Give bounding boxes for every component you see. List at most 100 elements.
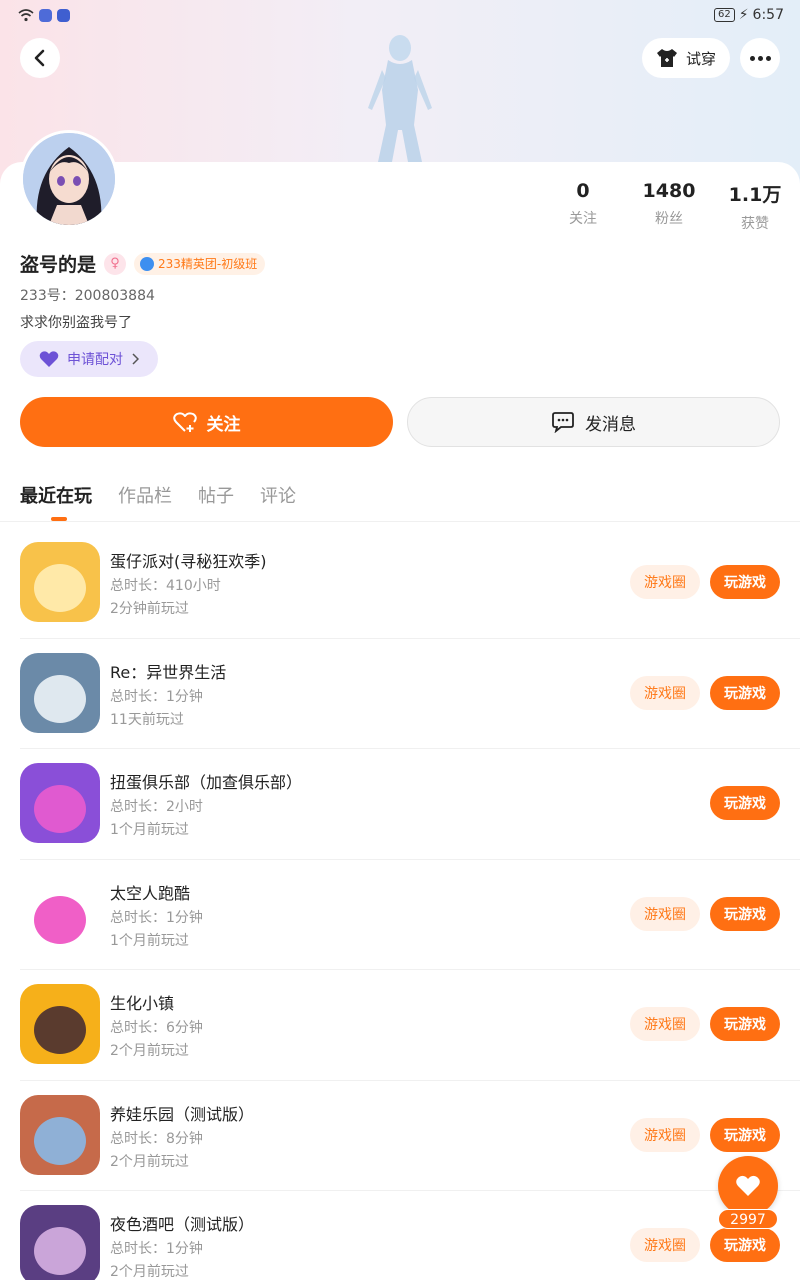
stat-number: 0 [576,180,590,202]
name-row: 盗号的是 ♀ 233精英团-初级班 [20,250,266,277]
game-title: Re：异世界生活 [110,662,227,682]
battery-indicator: 62 [713,8,735,22]
game-list-item[interactable]: 扭蛋俱乐部（加查俱乐部） 总时长：2小时 1个月前玩过 玩游戏 [20,749,800,860]
game-last-played: 11天前玩过 [110,711,184,728]
game-list-item[interactable]: 养娃乐园（测试版） 总时长：8分钟 2个月前玩过 游戏圈 玩游戏 [20,1081,800,1191]
game-list-item[interactable]: 蛋仔派对(寻秘狂欢季) 总时长：410小时 2分钟前玩过 游戏圈 玩游戏 [20,528,800,639]
play-game-button[interactable]: 玩游戏 [710,1117,780,1152]
game-list-item[interactable]: 夜色酒吧（测试版） 总时长：1分钟 2个月前玩过 游戏圈 玩游戏 [20,1191,800,1280]
play-game-button[interactable]: 玩游戏 [710,1228,780,1262]
game-circle-button[interactable]: 游戏圈 [630,565,700,599]
chevron-right-icon [132,353,139,365]
game-icon[interactable] [20,763,100,843]
female-gender-icon: ♀ [104,252,127,275]
game-last-played: 2分钟前玩过 [110,601,189,617]
app-notification-icon [39,8,52,22]
game-title: 扭蛋俱乐部（加查俱乐部） [110,773,303,792]
game-list-item[interactable]: 生化小镇总时长：6分钟 2个月前玩过 游戏圈 玩游戏 [20,970,800,1081]
stat-label: 粉丝 [655,211,683,227]
request-pair-button[interactable]: 申请配对 [20,341,158,377]
pair-label: 申请配对 [67,352,123,368]
stat-likes[interactable]: 1.1万 获赞 [712,180,798,233]
stat-followers[interactable]: 1480 粉丝 [626,180,712,233]
app-notification-icon-2 [57,8,70,22]
game-icon[interactable] [20,1205,100,1280]
play-game-button[interactable]: 玩游戏 [710,896,780,931]
game-icon[interactable] [20,984,100,1064]
heart-icon [736,1175,760,1196]
play-game-button[interactable]: 玩游戏 [710,675,780,710]
chevron-left-icon [34,49,45,67]
game-last-played: 1个月前玩过 [110,932,189,949]
game-title: 夜色酒吧（测试版） [110,1215,255,1234]
game-duration: 总时长：2小时 [110,799,203,815]
recent-games-list: 蛋仔派对(寻秘狂欢季) 总时长：410小时 2分钟前玩过 游戏圈 玩游戏 Re：异世界生活… [20,528,800,1280]
game-list-item[interactable]: 太空人跑酷总时长：1分钟 1个月前玩过 游戏圈 玩游戏 [20,860,800,970]
member-badge[interactable]: 233精英团-初级班 [134,252,266,275]
divider [0,521,800,522]
game-list-item[interactable]: Re：异世界生活 总时长：1分钟 11天前玩过 游戏圈 玩游戏 [20,639,800,749]
heart-plus-icon [172,412,197,432]
game-last-played: 2个月前玩过 [110,1043,189,1059]
play-game-button[interactable]: 玩游戏 [710,1007,780,1041]
status-bar: 62 ⚡ 6:57 [0,0,800,30]
like-fab-button[interactable] [718,1156,778,1216]
stat-label: 获赞 [741,216,769,232]
message-label: 发消息 [585,414,636,435]
game-icon[interactable] [20,1094,100,1175]
game-duration: 总时长：1分钟 [110,1241,203,1257]
game-duration: 总时长：8分钟 [110,1130,203,1147]
game-icon[interactable] [20,542,100,622]
game-circle-button[interactable]: 游戏圈 [630,1117,700,1152]
tab-posts[interactable]: 帖子 [198,482,234,508]
like-count: 2997 [718,1209,778,1229]
profile-stats: 0 关注 1480 粉丝 1.1万 获赞 [540,180,800,233]
game-title: 太空人跑酷 [110,883,191,903]
more-options-button[interactable] [740,38,780,78]
play-game-button[interactable]: 玩游戏 [710,786,780,820]
profile-tabs: 最近在玩 作品栏 帖子 评论 [20,482,296,508]
game-icon[interactable] [20,873,100,954]
stat-label: 关注 [569,211,597,227]
game-duration: 总时长：1分钟 [110,688,203,705]
game-last-played: 1个月前玩过 [110,822,189,838]
stat-following[interactable]: 0 关注 [540,180,626,233]
avatar[interactable] [20,130,118,228]
follow-button[interactable]: 关注 [20,397,393,447]
tab-recently-played[interactable]: 最近在玩 [20,482,92,508]
game-duration: 总时长：1分钟 [110,909,203,926]
back-button[interactable] [20,38,60,78]
badge-label: 233精英团-初级班 [158,257,258,271]
game-last-played: 2个月前玩过 [110,1153,189,1170]
game-circle-button[interactable]: 游戏圈 [630,1228,700,1262]
clock: 6:57 [752,7,784,23]
game-duration: 总时长：410小时 [110,578,221,594]
play-game-button[interactable]: 玩游戏 [710,565,780,599]
chat-bubble-icon [552,412,574,433]
game-circle-button[interactable]: 游戏圈 [630,896,700,931]
game-title: 蛋仔派对(寻秘狂欢季) [110,552,267,571]
follow-label: 关注 [206,414,241,435]
user-id: 233号：200803884 [20,288,155,304]
charging-icon: ⚡ [738,7,749,23]
stat-number: 1480 [642,180,696,202]
try-on-label: 试穿 [685,49,716,68]
game-last-played: 2个月前玩过 [110,1264,189,1280]
game-title: 养娃乐园（测试版） [110,1104,255,1124]
game-duration: 总时长：6分钟 [110,1020,203,1036]
tab-works[interactable]: 作品栏 [118,482,172,508]
avatar-3d-figure [368,35,432,162]
game-icon[interactable] [20,652,100,733]
heart-icon [39,351,59,367]
try-on-button[interactable]: 试穿 [642,38,730,78]
send-message-button[interactable]: 发消息 [407,397,780,447]
user-bio: 求求你别盗我号了 [20,315,132,331]
game-circle-button[interactable]: 游戏圈 [630,1007,700,1041]
tshirt-icon [656,49,677,67]
game-title: 生化小镇 [110,994,175,1013]
wifi-icon [18,8,34,21]
game-circle-button[interactable]: 游戏圈 [630,675,700,710]
stat-number: 1.1万 [728,184,782,206]
username: 盗号的是 [20,254,97,276]
tab-comments[interactable]: 评论 [260,482,296,508]
